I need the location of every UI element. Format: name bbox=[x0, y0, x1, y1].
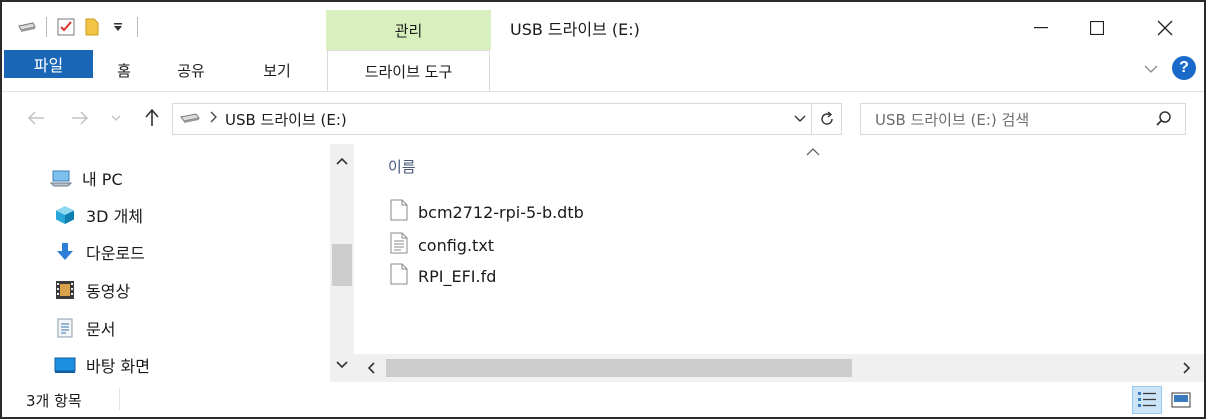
sidebar-item-videos[interactable]: 동영상 bbox=[54, 276, 130, 304]
cube-icon bbox=[54, 204, 76, 226]
download-arrow-icon bbox=[54, 241, 76, 263]
address-bar[interactable]: USB 드라이브 (E:) bbox=[172, 103, 842, 135]
search-placeholder: USB 드라이브 (E:) 검색 bbox=[875, 110, 1030, 129]
new-folder-icon[interactable] bbox=[79, 14, 105, 40]
up-button[interactable] bbox=[140, 106, 164, 130]
forward-button[interactable] bbox=[68, 106, 92, 130]
tab-file[interactable]: 파일 bbox=[4, 50, 93, 78]
explorer-window: 관리 USB 드라이브 (E:) 파일 홈 공유 보기 드라이브 도구 ? US… bbox=[0, 0, 1206, 419]
sidebar-item-label: 바탕 화면 bbox=[86, 357, 150, 376]
sidebar-item-3d-objects[interactable]: 3D 개체 bbox=[54, 201, 143, 229]
list-item[interactable]: config.txt bbox=[390, 231, 494, 259]
drive-icon[interactable] bbox=[14, 14, 40, 40]
film-icon bbox=[54, 279, 76, 301]
scroll-up-icon[interactable] bbox=[330, 150, 354, 172]
search-box[interactable]: USB 드라이브 (E:) 검색 bbox=[860, 103, 1186, 135]
file-name: bcm2712-rpi-5-b.dtb bbox=[418, 202, 584, 222]
ribbon-right-controls: ? bbox=[1144, 56, 1196, 80]
help-icon[interactable]: ? bbox=[1172, 56, 1196, 80]
sidebar-item-label: 다운로드 bbox=[86, 244, 145, 263]
breadcrumb-chevron-icon[interactable] bbox=[209, 111, 217, 127]
toolbar-separator bbox=[137, 17, 138, 37]
tab-view[interactable]: 보기 bbox=[252, 50, 302, 91]
file-icon bbox=[390, 199, 408, 225]
file-name: RPI_EFI.fd bbox=[418, 266, 497, 286]
column-header-name[interactable]: 이름 bbox=[388, 156, 416, 177]
customize-toolbar-icon[interactable] bbox=[105, 14, 131, 40]
toolbar-separator bbox=[46, 17, 47, 37]
navigation-bar: USB 드라이브 (E:) USB 드라이브 (E:) 검색 bbox=[2, 92, 1204, 144]
tab-drive-tools[interactable]: 드라이브 도구 bbox=[327, 50, 490, 91]
tab-share[interactable]: 공유 bbox=[168, 50, 214, 91]
sidebar-item-desktop[interactable]: 바탕 화면 bbox=[54, 351, 150, 379]
large-icons-view-button[interactable] bbox=[1166, 386, 1196, 414]
scroll-right-icon[interactable] bbox=[1176, 357, 1198, 379]
scroll-thumb[interactable] bbox=[332, 244, 352, 286]
sidebar-item-label: 3D 개체 bbox=[86, 207, 144, 226]
manage-tab-group-label: 관리 bbox=[326, 10, 491, 50]
file-icon bbox=[390, 263, 408, 289]
search-icon[interactable] bbox=[1155, 110, 1173, 132]
details-view-button[interactable] bbox=[1132, 386, 1162, 414]
file-name: config.txt bbox=[418, 235, 495, 255]
list-item[interactable]: bcm2712-rpi-5-b.dtb bbox=[390, 198, 584, 226]
text-file-icon bbox=[390, 232, 408, 258]
sidebar-item-documents[interactable]: 문서 bbox=[54, 314, 115, 342]
status-bar: 3개 항목 bbox=[2, 382, 1204, 417]
minimize-button[interactable] bbox=[1018, 10, 1064, 46]
properties-icon[interactable] bbox=[53, 14, 79, 40]
file-list-horizontal-scrollbar[interactable] bbox=[354, 354, 1204, 382]
scroll-down-icon[interactable] bbox=[330, 354, 354, 376]
expand-ribbon-icon[interactable] bbox=[1144, 59, 1158, 78]
status-divider bbox=[119, 388, 120, 410]
large-icons-view-icon bbox=[1171, 392, 1191, 408]
back-button[interactable] bbox=[24, 106, 48, 130]
address-dropdown-icon[interactable] bbox=[791, 110, 809, 128]
navigation-pane: 내 PC 3D 개체 다운로드 동영상 문서 바탕 화면 bbox=[2, 144, 330, 382]
sidebar-item-downloads[interactable]: 다운로드 bbox=[54, 238, 145, 266]
quick-access-toolbar bbox=[14, 14, 144, 40]
item-count: 3개 항목 bbox=[26, 392, 82, 410]
close-button[interactable] bbox=[1142, 10, 1188, 46]
ribbon-tabs: 파일 홈 공유 보기 드라이브 도구 ? bbox=[2, 50, 1204, 92]
maximize-button[interactable] bbox=[1074, 10, 1120, 46]
tab-home[interactable]: 홈 bbox=[104, 50, 144, 91]
file-list: 이름 bcm2712-rpi-5-b.dtb config.txt RPI_EF… bbox=[354, 144, 1204, 382]
breadcrumb-current[interactable]: USB 드라이브 (E:) bbox=[225, 109, 347, 130]
list-item[interactable]: RPI_EFI.fd bbox=[390, 262, 496, 290]
refresh-button[interactable] bbox=[811, 104, 841, 134]
scroll-thumb[interactable] bbox=[386, 359, 852, 377]
sidebar-item-this-pc[interactable]: 내 PC bbox=[50, 164, 123, 192]
details-view-icon bbox=[1138, 392, 1156, 407]
desktop-icon bbox=[54, 354, 76, 376]
sidebar-item-label: 동영상 bbox=[86, 282, 131, 301]
sidebar-item-label: 내 PC bbox=[82, 170, 123, 189]
sidebar-item-label: 문서 bbox=[86, 320, 116, 339]
title-bar: 관리 USB 드라이브 (E:) bbox=[2, 2, 1204, 50]
recent-locations-button[interactable] bbox=[108, 106, 124, 130]
window-title: USB 드라이브 (E:) bbox=[510, 20, 640, 39]
navigation-pane-scrollbar[interactable] bbox=[330, 144, 354, 382]
pc-icon bbox=[50, 167, 72, 189]
scroll-left-icon[interactable] bbox=[360, 357, 382, 379]
document-icon bbox=[54, 317, 76, 339]
drive-icon bbox=[179, 110, 201, 129]
sort-ascending-icon bbox=[806, 144, 820, 160]
